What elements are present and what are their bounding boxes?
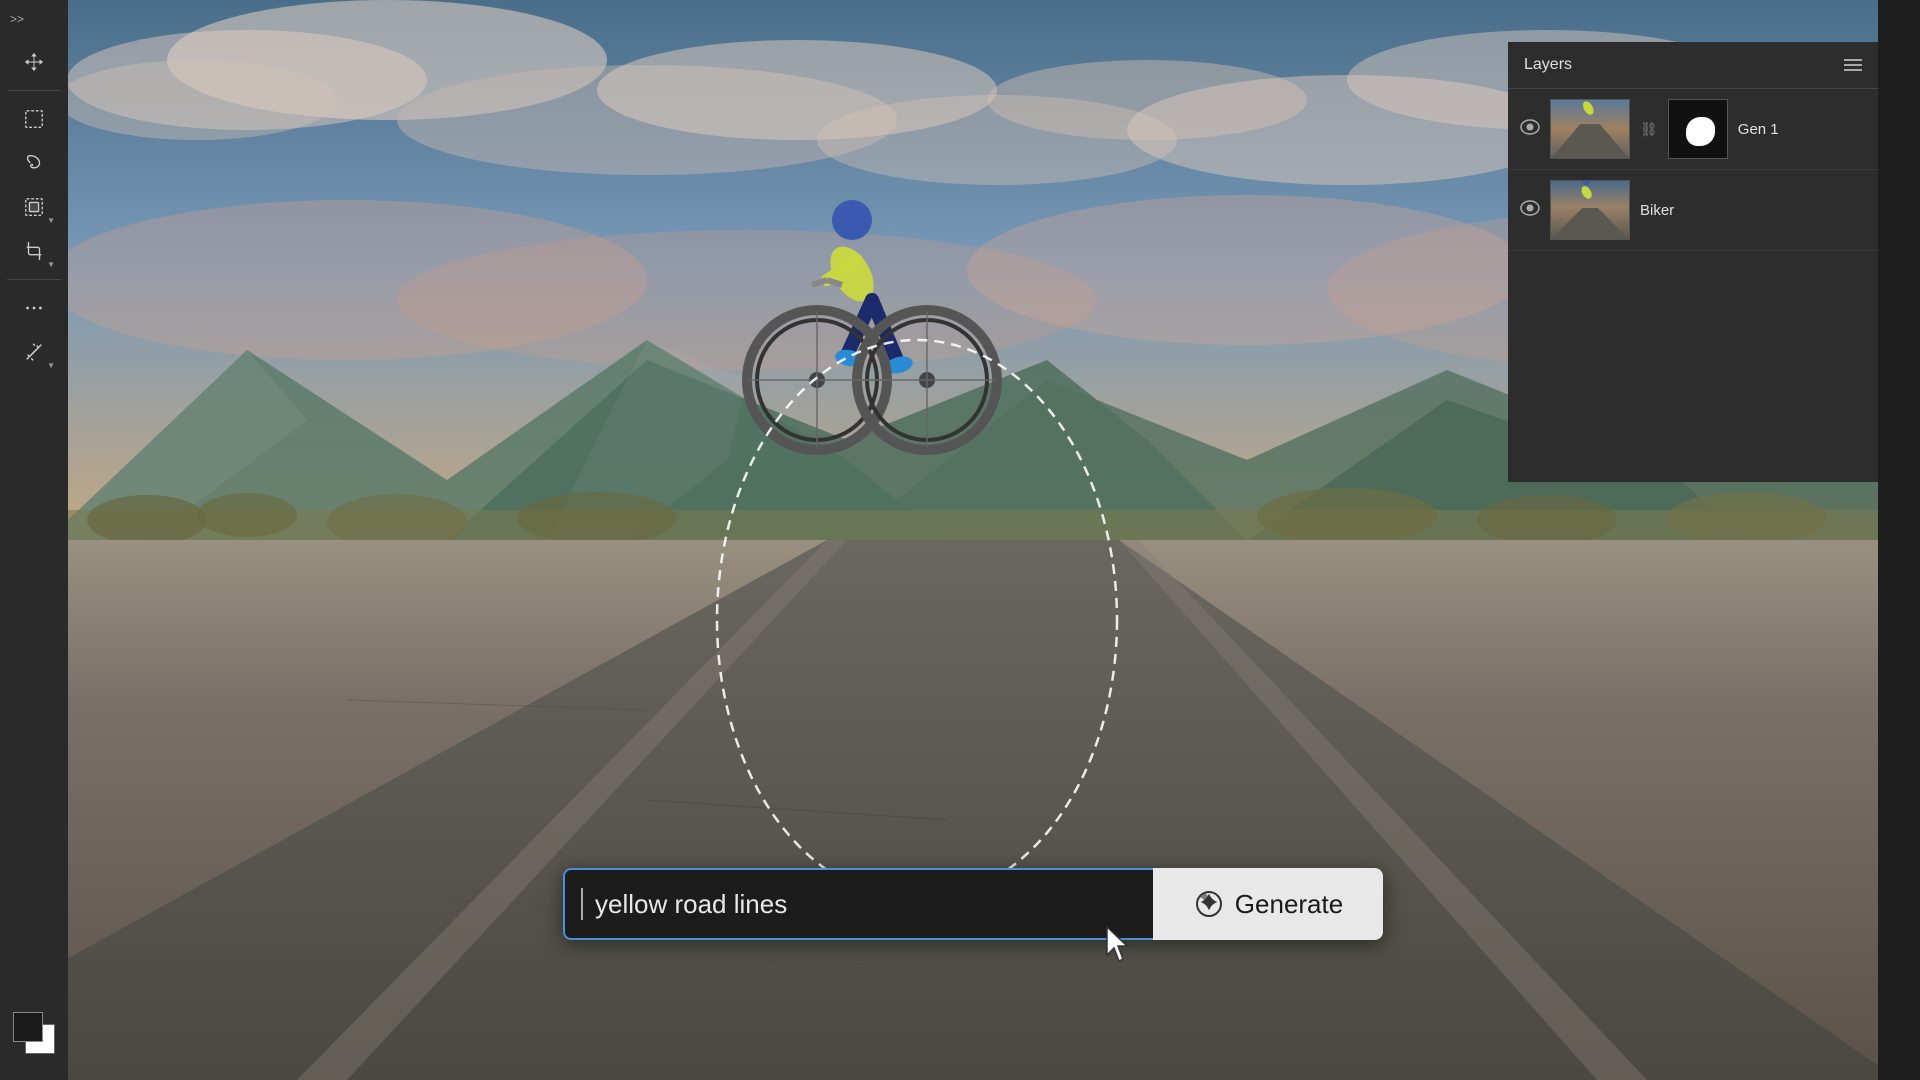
layer-visibility-biker[interactable] — [1520, 200, 1540, 221]
tool-indicator: ▼ — [47, 216, 55, 225]
layer-item-gen1[interactable]: ⛓ Gen 1 — [1508, 89, 1878, 170]
text-cursor — [581, 888, 583, 920]
generate-button[interactable]: Generate — [1153, 868, 1383, 940]
layers-panel: Layers — [1508, 42, 1878, 482]
crop-icon — [23, 240, 45, 262]
eye-icon-biker — [1520, 200, 1540, 216]
crop-indicator: ▼ — [47, 260, 55, 269]
layer-item-biker[interactable]: Biker — [1508, 170, 1878, 251]
marquee-tool-btn[interactable] — [11, 99, 57, 139]
generate-sparkle-icon — [1193, 888, 1225, 920]
object-select-icon — [23, 196, 45, 218]
object-select-btn[interactable]: ▼ — [11, 187, 57, 227]
layers-header: Layers — [1508, 42, 1878, 89]
color-swatches[interactable] — [11, 1010, 57, 1056]
measure-indicator: ▼ — [47, 361, 55, 370]
collapse-icon: >> — [10, 12, 24, 26]
generate-input-wrapper[interactable]: yellow road lines — [563, 868, 1153, 940]
lasso-icon — [23, 152, 45, 174]
layer-thumbnail-gen1 — [1550, 99, 1630, 159]
generate-btn-label: Generate — [1235, 889, 1343, 920]
layers-menu-btn[interactable] — [1844, 59, 1862, 71]
layer-name-biker: Biker — [1640, 202, 1866, 219]
layer-visibility-gen1[interactable] — [1520, 119, 1540, 140]
more-tools-btn[interactable] — [11, 288, 57, 328]
move-icon — [23, 51, 45, 73]
eye-icon-gen1 — [1520, 119, 1540, 135]
toolbar-collapse-btn[interactable]: >> — [0, 8, 68, 30]
more-tools-icon — [23, 297, 45, 319]
layer-chain-icon: ⛓ — [1640, 121, 1658, 138]
generate-bar: yellow road lines Generate — [563, 868, 1383, 940]
layer-thumbnail-biker — [1550, 180, 1630, 240]
toolbar: >> ▼ ▼ — [0, 0, 68, 1080]
toolbar-divider-1 — [7, 90, 61, 91]
toolbar-divider-2 — [7, 279, 61, 280]
right-edge-panel — [1878, 0, 1920, 1080]
layer-mask-gen1 — [1668, 99, 1728, 159]
measure-icon — [23, 341, 45, 363]
foreground-color-swatch[interactable] — [13, 1012, 43, 1042]
crop-tool-btn[interactable]: ▼ — [11, 231, 57, 271]
generate-text-input[interactable]: yellow road lines — [595, 889, 1137, 920]
layers-panel-title: Layers — [1524, 56, 1572, 74]
lasso-tool-btn[interactable] — [11, 143, 57, 183]
measure-tool-btn[interactable]: ▼ — [11, 332, 57, 372]
move-tool-btn[interactable] — [11, 42, 57, 82]
layer-name-gen1: Gen 1 — [1738, 121, 1866, 138]
marquee-icon — [23, 108, 45, 130]
